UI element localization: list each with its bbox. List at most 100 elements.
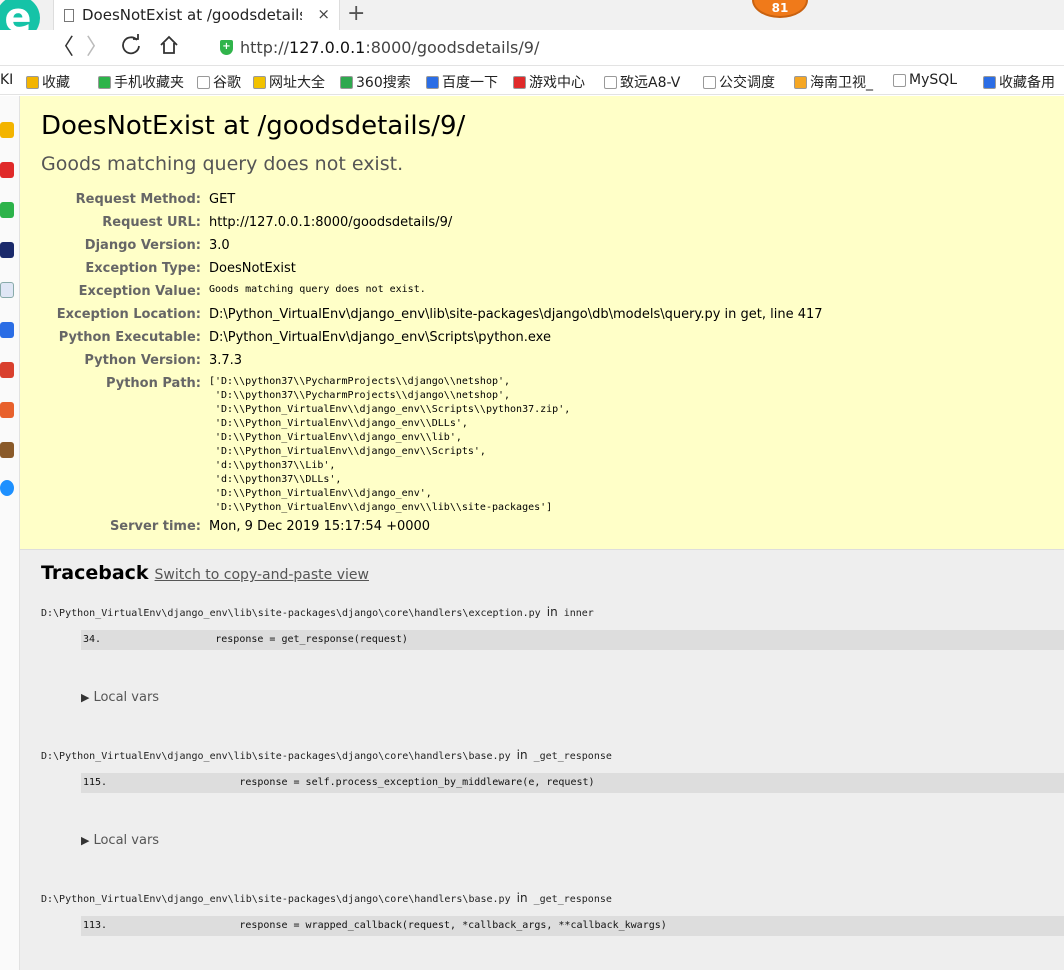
copy-paste-view-link[interactable]: Switch to copy-and-paste view [155,567,369,583]
frame-in-word: in [516,748,528,762]
line-number: 113. [83,920,108,931]
mail-icon[interactable] [0,202,14,218]
code-line[interactable]: 115. response = self.process_exception_b… [81,773,1064,793]
news-icon[interactable] [0,242,14,258]
info-row: Python Version: 3.7.3 [41,349,1064,372]
secure-shield-icon[interactable]: + [220,40,233,55]
tab-close-icon[interactable]: × [317,5,330,23]
expand-triangle-icon: ▶ [81,691,90,704]
info-value: http://127.0.0.1:8000/goodsdetails/9/ [209,215,453,230]
bookmark-item[interactable]: MySQL [893,72,957,88]
document-icon [64,8,74,22]
frame-path: D:\Python_VirtualEnv\django_env\lib\site… [41,894,511,905]
reload-icon[interactable] [120,34,142,64]
bookmark-stub[interactable]: KI [0,72,13,88]
tab-active[interactable]: DoesNotExist at /goodsdetails/9/ × [53,0,340,30]
info-row: Exception Value: Goods matching query doe… [41,280,1064,303]
home-icon[interactable] [158,34,180,64]
app-icon[interactable] [0,480,14,496]
info-value: 3.0 [209,238,230,253]
line-code: response = wrapped_callback(request, *ca… [143,920,667,931]
line-code: response = self.process_exception_by_mid… [143,777,595,788]
bookmark-icon [794,75,807,89]
info-row: Server time: Mon, 9 Dec 2019 15:17:54 +00… [41,515,1064,538]
bookmark-icon [98,75,111,89]
page-title: DoesNotExist at /goodsdetails/9/ [41,111,466,141]
bookmark-item[interactable]: 百度一下 [426,72,498,92]
frame-func: _get_response [533,894,612,905]
frame-path: D:\Python_VirtualEnv\django_env\lib\site… [41,608,541,619]
bookmark-item[interactable]: 收藏备用 [983,72,1055,92]
bookmark-item[interactable]: 网址大全 [253,72,325,92]
info-value: D:\Python_VirtualEnv\django_env\Scripts\… [209,330,551,345]
chat-icon[interactable] [0,322,14,338]
bookmark-label: 谷歌 [213,75,241,91]
bookmark-item[interactable]: 公交调度 [703,72,775,92]
info-row: Python Path: ['D:\\python37\\PycharmProje… [41,372,1064,515]
url-host: 127.0.0.1 [289,38,366,57]
error-message: Goods matching query does not exist. [41,153,404,175]
bookmark-label: 360搜索 [356,75,411,91]
frame-func: _get_response [533,751,612,762]
bookmark-label: 收藏 [42,75,70,91]
bookmark-icon [340,75,353,89]
bookmark-icon [604,75,617,89]
bookmark-icon [893,73,906,87]
line-number: 115. [83,777,108,788]
bookmark-icon [253,75,266,89]
game-icon[interactable] [0,362,14,378]
bookmark-label: 收藏备用 [999,75,1055,91]
bookmark-item[interactable]: 收藏 [26,72,70,92]
expand-triangle-icon: ▶ [81,834,90,847]
code-line[interactable]: 34. response = get_response(request) [81,630,1064,650]
url-prefix: http:// [240,38,290,57]
bookmark-icon [983,75,996,89]
star-icon[interactable] [0,122,14,138]
info-row: Python Executable: D:\Python_VirtualEnv\d… [41,326,1064,349]
info-key: Exception Value: [78,284,201,299]
bookmark-icon [703,75,716,89]
info-row: Exception Location: D:\Python_VirtualEnv\… [41,303,1064,326]
frame-location: D:\Python_VirtualEnv\django_env\lib\site… [41,604,1064,620]
notification-badge[interactable]: 81 [752,0,808,18]
new-tab-button[interactable]: + [347,1,365,27]
bookmark-label: 百度一下 [442,75,498,91]
note-icon[interactable] [0,282,14,298]
bookmark-label: 网址大全 [269,75,325,91]
bookmark-item[interactable]: 海南卫视_ [794,72,873,92]
info-key: Request URL: [102,215,201,230]
code-line[interactable]: 113. response = wrapped_callback(request… [81,916,1064,936]
error-page: DoesNotExist at /goodsdetails/9/ Goods m… [20,96,1064,970]
info-key: Server time: [109,519,201,534]
local-vars-toggle[interactable]: ▶ Local vars [81,690,1064,705]
info-value: Goods matching query does not exist. [209,284,426,295]
bookmark-item[interactable]: 谷歌 [197,72,241,92]
info-row: Request Method: GET [41,188,1064,211]
info-row: Django Version: 3.0 [41,234,1064,257]
info-value: 3.7.3 [209,353,243,368]
weibo-icon[interactable] [0,162,14,178]
info-key: Python Executable: [58,330,201,345]
info-value: DoesNotExist [209,261,296,276]
back-button[interactable]: 〈 [52,34,74,62]
bookmark-item[interactable]: 游戏中心 [513,72,585,92]
traceback-frame: D:\Python_VirtualEnv\django_env\lib\site… [41,604,1064,705]
address-bar[interactable]: http://127.0.0.1:8000/goodsdetails/9/ [240,38,539,57]
info-value: D:\Python_VirtualEnv\django_env\lib\site… [209,307,823,322]
bookmark-icon [513,75,526,89]
navigation-bar: 〈 〉 + http://127.0.0.1:8000/goodsdetails… [0,30,1064,66]
bookmark-icon [197,75,210,89]
bookmarks-bar: KI 收藏 手机收藏夹 谷歌 网址大全 360搜索 百度一下 游戏中心 致远A8-V 公交调度 海… [0,67,1064,95]
forward-button[interactable]: 〉 [86,34,108,62]
local-vars-toggle[interactable]: ▶ Local vars [81,833,1064,848]
tab-title: DoesNotExist at /goodsdetails/9/ [82,6,302,24]
frame-in-word: in [546,605,558,619]
bookmark-item[interactable]: 致远A8-V [604,72,680,92]
game3-icon[interactable] [0,442,14,458]
bookmark-item[interactable]: 手机收藏夹 [98,72,184,92]
line-number: 34. [83,634,102,645]
bookmark-item[interactable]: 360搜索 [340,72,411,92]
traceback-frame: D:\Python_VirtualEnv\django_env\lib\site… [41,890,1064,936]
bookmark-label: 海南卫视_ [810,75,873,91]
game2-icon[interactable] [0,402,14,418]
